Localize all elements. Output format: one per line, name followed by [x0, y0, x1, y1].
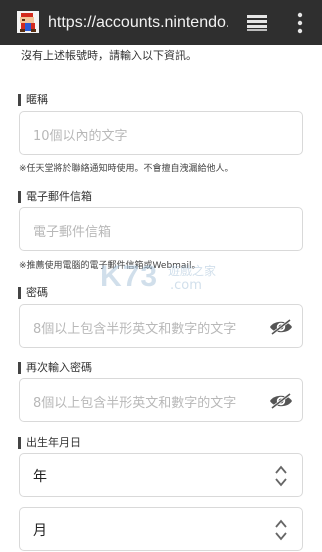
- nickname-note: ※任天堂將於聯絡通知時使用。不會擅自洩漏給他人。: [19, 164, 234, 174]
- password-confirm-placeholder: 8個以上包含半形英文和數字的文字: [33, 396, 237, 411]
- address-bar[interactable]: https://accounts.nintendo.com: [48, 12, 228, 34]
- email-placeholder: 電子郵件信箱: [33, 225, 112, 240]
- password-label: 密碼: [18, 286, 48, 300]
- nickname-label: 暱稱: [18, 93, 48, 107]
- birth-month-value: 月: [33, 523, 47, 539]
- email-label: 電子郵件信箱: [18, 190, 92, 204]
- birth-year-value: 年: [33, 469, 47, 485]
- overflow-menu-icon[interactable]: [296, 12, 304, 34]
- intro-text: 沒有上述帳號時，請輸入以下資訊。: [21, 49, 197, 62]
- watermark-domain: .com: [170, 278, 202, 293]
- mario-icon: [17, 11, 39, 33]
- watermark-tagline: 遊戲之家: [168, 264, 217, 278]
- birth-month-select[interactable]: 月: [19, 507, 303, 551]
- nickname-input[interactable]: 10個以內的文字: [19, 111, 303, 155]
- password-confirm-label: 再次輸入密碼: [18, 361, 92, 375]
- birthday-label: 出生年月日: [18, 436, 81, 450]
- chevron-updown-icon: [275, 465, 287, 487]
- chevron-updown-icon: [275, 519, 287, 541]
- watermark-logo-text: K73: [100, 260, 159, 293]
- eye-icon[interactable]: [269, 318, 293, 336]
- nickname-placeholder: 10個以內的文字: [33, 129, 128, 144]
- eye-icon[interactable]: [269, 392, 293, 410]
- browser-toolbar: https://accounts.nintendo.com: [0, 0, 322, 45]
- tabs-stack-icon[interactable]: [246, 14, 268, 32]
- password-placeholder: 8個以上包含半形英文和數字的文字: [33, 322, 237, 337]
- birth-year-select[interactable]: 年: [19, 453, 303, 497]
- watermark-logo: K73 遊戲之家 .com: [100, 258, 240, 298]
- password-input[interactable]: 8個以上包含半形英文和數字的文字: [19, 304, 303, 348]
- password-confirm-input[interactable]: 8個以上包含半形英文和數字的文字: [19, 378, 303, 422]
- email-input[interactable]: 電子郵件信箱: [19, 207, 303, 251]
